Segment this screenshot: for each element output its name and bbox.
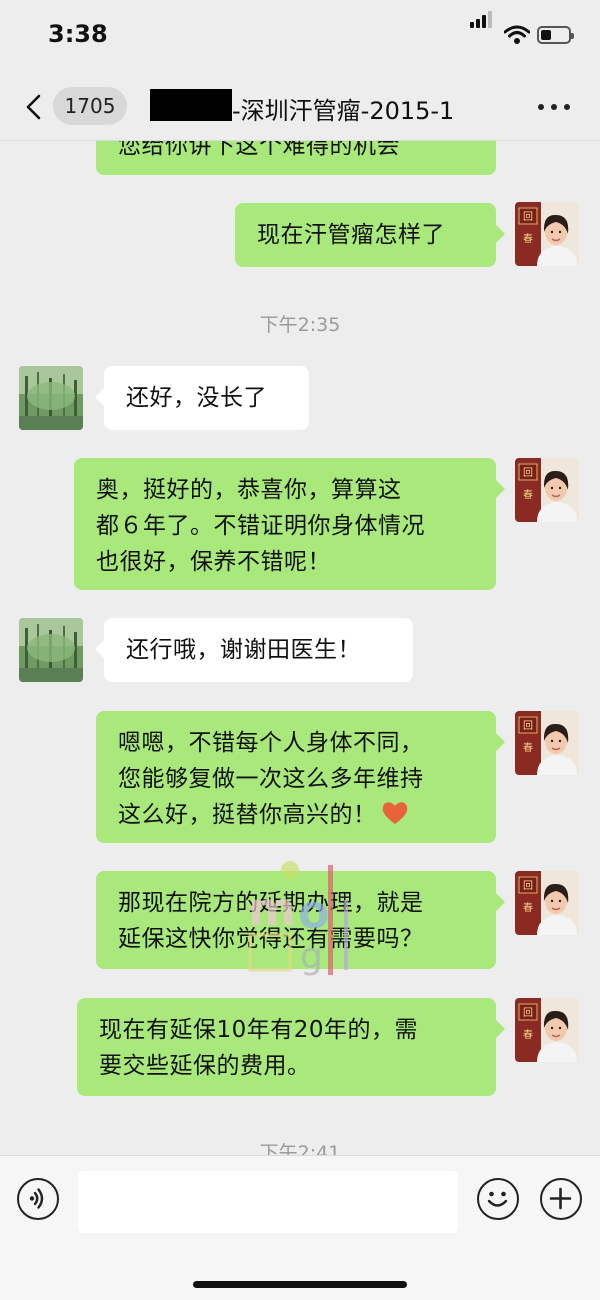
message-text: 您给你讲下这个难得的机会 — [118, 141, 400, 159]
doctor-avatar[interactable] — [515, 711, 579, 775]
message-text: 奥，挺好的，恭喜你，算算这 — [96, 477, 402, 503]
message-bubble[interactable]: 现在有延保10年有20年的，需 要交些延保的费用。 — [77, 998, 505, 1096]
chevron-left-icon[interactable] — [22, 94, 48, 120]
svg-text:m: m — [248, 882, 296, 936]
patient-avatar[interactable] — [19, 366, 83, 430]
message-bubble[interactable]: 嗯嗯，不错每个人身体不同， 您能够复做一次这么多年维持 这么好，挺替你高兴的！ — [96, 711, 505, 843]
doctor-avatar[interactable] — [515, 458, 579, 522]
timestamp: 下午2:41 — [259, 1142, 341, 1155]
message-bubble[interactable]: 还好，没长了 — [95, 366, 309, 430]
svg-text:g: g — [300, 936, 323, 977]
input-bar — [0, 1155, 600, 1300]
message-text: 现在有延保10年有20年的，需 — [99, 1017, 419, 1043]
message-text: 都６年了。不错证明你身体情况 — [96, 513, 425, 539]
timestamp: 下午2:35 — [259, 314, 341, 336]
wifi-icon — [504, 25, 530, 44]
redacted-name-block — [150, 89, 232, 121]
status-time: 3:38 — [48, 20, 108, 48]
svg-text:o: o — [298, 885, 330, 939]
status-bar: 3:38 — [0, 0, 600, 74]
unread-count-badge[interactable]: 1705 — [53, 87, 127, 125]
message-text: 要交些延保的费用。 — [99, 1053, 311, 1079]
patient-avatar[interactable] — [19, 618, 83, 682]
message-bubble[interactable]: 现在汗管瘤怎样了 — [235, 203, 505, 267]
message-text: 还行哦，谢谢田医生！ — [126, 637, 361, 663]
doctor-avatar[interactable] — [515, 202, 579, 266]
watermark-logo: m o g — [248, 861, 348, 977]
message-text: 这么好，挺替你高兴的！ — [118, 802, 377, 828]
home-indicator — [193, 1281, 407, 1288]
voice-icon[interactable] — [17, 1178, 59, 1220]
message-bubble[interactable]: 您给你讲下这个难得的机会 — [96, 141, 496, 175]
message-input[interactable] — [78, 1171, 458, 1233]
emoji-face-icon[interactable] — [477, 1178, 519, 1220]
message-text: 嗯嗯，不错每个人身体不同， — [118, 730, 424, 756]
chat-title: -深圳汗管瘤-2015-1 — [232, 97, 455, 125]
message-text: 您能够复做一次这么多年维持 — [118, 766, 424, 792]
timestamp-clip: 下午2:41 — [0, 1130, 600, 1155]
doctor-avatar[interactable] — [515, 998, 579, 1062]
message-text: 还好，没长了 — [126, 385, 267, 411]
message-clip: 您给你讲下这个难得的机会 — [0, 141, 600, 181]
more-horizontal-icon[interactable] — [538, 104, 570, 112]
battery-icon — [537, 26, 574, 44]
message-text: 也很好，保养不错呢！ — [96, 549, 331, 575]
message-bubble[interactable]: 奥，挺好的，恭喜你，算算这 都６年了。不错证明你身体情况 也很好，保养不错呢！ — [74, 458, 505, 590]
doctor-avatar[interactable] — [515, 871, 579, 935]
heart-emoji-icon — [381, 800, 409, 826]
message-text: 现在汗管瘤怎样了 — [257, 222, 445, 248]
message-bubble[interactable]: 还行哦，谢谢田医生！ — [95, 618, 413, 682]
chat-header: 1705 -深圳汗管瘤-2015-1 — [0, 74, 600, 141]
plus-circle-icon[interactable] — [540, 1178, 582, 1220]
